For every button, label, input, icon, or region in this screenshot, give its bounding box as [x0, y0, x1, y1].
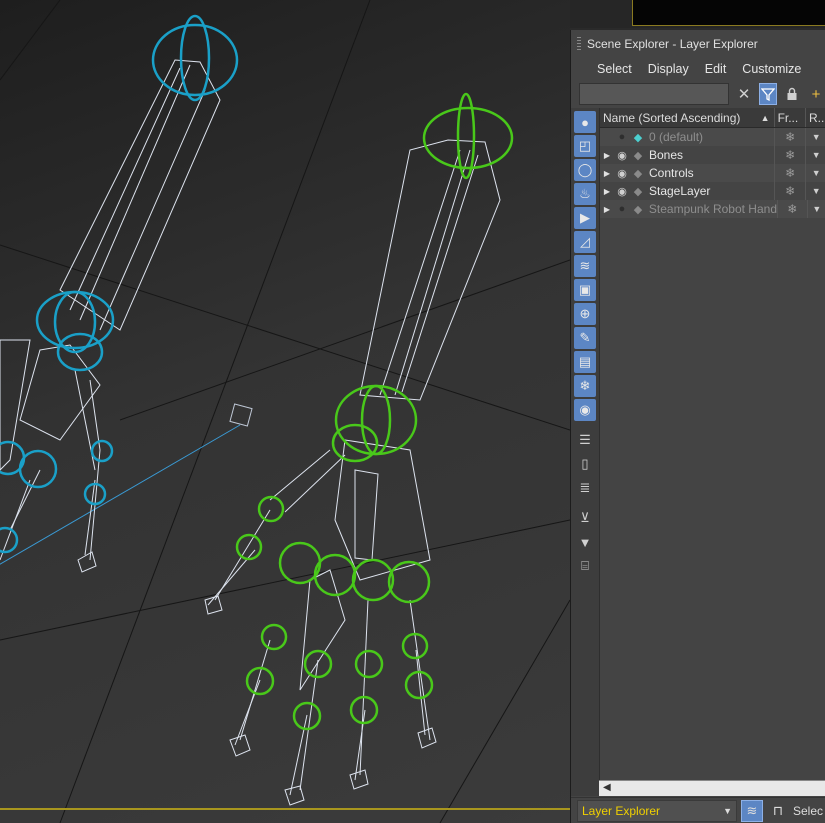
explorer-mode-dropdown[interactable]: Layer Explorer ▼	[577, 799, 737, 822]
sort-ascending-icon: ▲	[760, 112, 770, 123]
panel-toolbar: ✕ +	[571, 80, 825, 108]
layer-icon[interactable]: ◆	[630, 203, 646, 216]
frozen-toggle-icon[interactable]: ❄	[778, 200, 808, 218]
layer-row[interactable]: ▶ ◉ ◆ StageLayer ❄ ▼	[600, 182, 825, 200]
panel-title: Scene Explorer - Layer Explorer	[587, 37, 758, 51]
panel-title-bar[interactable]: Scene Explorer - Layer Explorer	[571, 30, 825, 58]
layer-icon[interactable]: ◆	[630, 185, 646, 198]
tree-header: Name (Sorted Ascending) ▲ Fr... R...	[600, 108, 825, 128]
layer-tree: Name (Sorted Ascending) ▲ Fr... R... ● ◆…	[599, 108, 825, 796]
expand-arrow-icon[interactable]: ▶	[600, 205, 614, 214]
explorer-mode-label: Layer Explorer	[582, 803, 661, 818]
display-all-icon[interactable]: ●	[574, 111, 596, 133]
layer-name: Controls	[649, 166, 694, 180]
hidden-icon[interactable]: ◉	[574, 399, 596, 421]
frozen-toggle-icon[interactable]: ❄	[775, 146, 807, 164]
lock-icon[interactable]	[783, 83, 801, 105]
drag-grip-icon[interactable]	[577, 37, 581, 51]
add-layer-icon[interactable]: +	[807, 83, 825, 105]
layer-icon[interactable]: ◆	[630, 167, 646, 180]
xrefs-icon[interactable]: ⊕	[574, 303, 596, 325]
frozen-toggle-icon[interactable]: ❄	[775, 128, 807, 146]
eye-icon[interactable]: ◉	[614, 167, 630, 180]
eye-hidden-icon[interactable]: ●	[614, 203, 630, 215]
eye-icon[interactable]: ◉	[614, 149, 630, 162]
filter-clear-icon[interactable]: ⊻	[574, 507, 596, 529]
layers-icon[interactable]: ≋	[741, 799, 763, 822]
menu-select[interactable]: Select	[589, 62, 640, 76]
groups-icon[interactable]: ▣	[574, 279, 596, 301]
filter-icon[interactable]	[758, 83, 778, 105]
list-icon[interactable]: ☰	[574, 429, 596, 451]
expand-arrow-icon[interactable]: ▶	[600, 187, 614, 196]
filter-icon[interactable]: ▼	[574, 531, 596, 553]
expand-arrow-icon[interactable]: ▶	[600, 151, 614, 160]
column-name-header[interactable]: Name (Sorted Ascending) ▲	[600, 108, 775, 127]
lights-icon[interactable]: ♨	[574, 183, 596, 205]
render-toggle-icon[interactable]: ▼	[806, 164, 825, 182]
current-layer-icon[interactable]: ◆	[630, 131, 646, 144]
layer-row[interactable]: ▶ ◉ ◆ Bones ❄ ▼	[600, 146, 825, 164]
containers-icon[interactable]: ▤	[574, 351, 596, 373]
menu-display[interactable]: Display	[640, 62, 697, 76]
close-icon[interactable]: ✕	[735, 83, 753, 105]
selection-text: Selec	[793, 803, 824, 818]
layer-name: StageLayer	[649, 184, 711, 198]
viewport[interactable]	[0, 0, 570, 823]
space-warps-icon[interactable]: ≋	[574, 255, 596, 277]
panel-bottom-bar: Layer Explorer ▼ ≋ ⊓ Selec	[571, 797, 825, 823]
column-render-header[interactable]: R...	[806, 108, 825, 127]
layer-name: Bones	[649, 148, 684, 162]
horizontal-scrollbar[interactable]: ◀	[599, 780, 825, 796]
render-toggle-icon[interactable]: ▼	[806, 146, 825, 164]
shapes-icon[interactable]: ◯	[574, 159, 596, 181]
chevron-down-icon: ▼	[723, 805, 732, 816]
frozen-toggle-icon[interactable]: ❄	[775, 182, 807, 200]
layer-row[interactable]: ● ◆ 0 (default) ❄ ▼	[600, 128, 825, 146]
layer-name: 0 (default)	[649, 130, 704, 144]
column-frozen-header[interactable]: Fr...	[775, 108, 806, 127]
notes-icon[interactable]: ≣	[574, 477, 596, 499]
layer-frame-icon[interactable]: ⌸	[574, 555, 596, 577]
render-toggle-icon[interactable]: ▼	[806, 182, 825, 200]
search-input[interactable]	[579, 83, 729, 105]
panel-content: ● ◰ ◯ ♨ ▶ ◿ ≋ ▣ ⊕ ✎ ▤ ❄ ◉ ☰ ▯ ≣ ⊻ ▼ ⌸ Na…	[571, 108, 825, 796]
scroll-left-icon[interactable]: ◀	[603, 782, 611, 793]
scene-explorer-panel: Scene Explorer - Layer Explorer Select D…	[570, 30, 825, 823]
page-icon[interactable]: ▯	[574, 453, 596, 475]
menu-bar: Select Display Edit Customize	[571, 58, 825, 80]
layer-list: ● ◆ 0 (default) ❄ ▼ ▶ ◉ ◆ Bones ❄ ▼ ▶ ◉ …	[600, 128, 825, 218]
eye-icon[interactable]: ◉	[614, 185, 630, 198]
layer-row[interactable]: ▶ ● ◆ Steampunk Robot Hand ❄ ▼	[600, 200, 825, 218]
render-toggle-icon[interactable]: ▼	[808, 200, 825, 218]
top-strip	[570, 0, 825, 28]
hierarchy-icon[interactable]: ⊓	[767, 800, 789, 822]
frozen-icon[interactable]: ❄	[574, 375, 596, 397]
layer-name: Steampunk Robot Hand	[648, 202, 777, 216]
layer-icon[interactable]: ◆	[630, 149, 646, 162]
eye-hidden-icon[interactable]: ●	[614, 131, 630, 143]
frozen-toggle-icon[interactable]: ❄	[775, 164, 807, 182]
bones-icon[interactable]: ✎	[574, 327, 596, 349]
helpers-icon[interactable]: ◿	[574, 231, 596, 253]
menu-customize[interactable]: Customize	[734, 62, 809, 76]
side-toolbar: ● ◰ ◯ ♨ ▶ ◿ ≋ ▣ ⊕ ✎ ▤ ❄ ◉ ☰ ▯ ≣ ⊻ ▼ ⌸	[571, 108, 599, 796]
viewport-scene	[0, 0, 570, 823]
expand-arrow-icon[interactable]: ▶	[600, 169, 614, 178]
layer-row[interactable]: ▶ ◉ ◆ Controls ❄ ▼	[600, 164, 825, 182]
viewport-active-border	[0, 808, 570, 810]
geometry-icon[interactable]: ◰	[574, 135, 596, 157]
render-toggle-icon[interactable]: ▼	[806, 128, 825, 146]
menu-edit[interactable]: Edit	[697, 62, 735, 76]
cameras-icon[interactable]: ▶	[574, 207, 596, 229]
